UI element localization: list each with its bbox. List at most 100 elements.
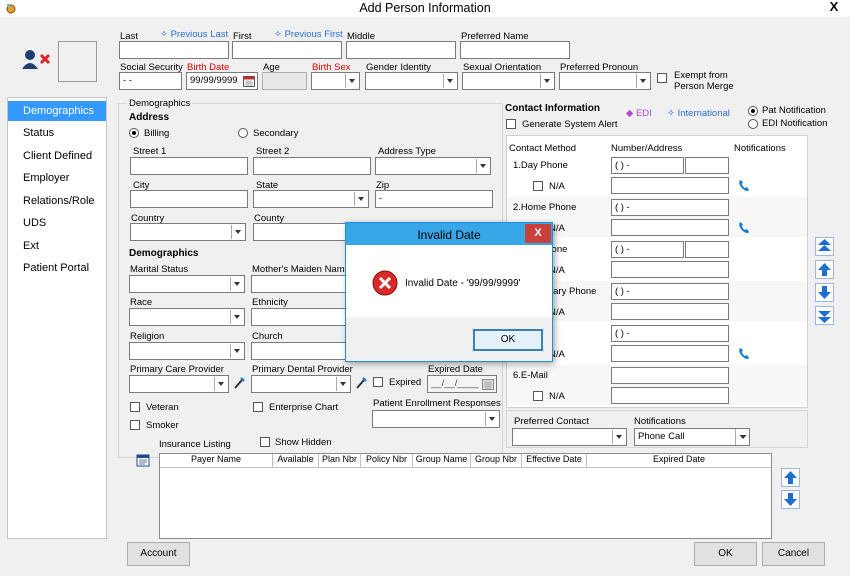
- col-plan-nbr[interactable]: Plan Nbr: [319, 454, 361, 468]
- contact-notes-input[interactable]: [611, 261, 729, 278]
- city-input[interactable]: [130, 190, 248, 208]
- nav-client-defined[interactable]: Client Defined: [8, 146, 106, 166]
- enterprise-chart-checkbox[interactable]: [253, 402, 263, 412]
- contact-number-input[interactable]: ( ) -: [611, 199, 729, 216]
- smoker-checkbox[interactable]: [130, 420, 140, 430]
- edi-link[interactable]: ◆ EDI: [626, 108, 652, 119]
- county-input[interactable]: [253, 223, 348, 241]
- contact-number-input[interactable]: ( ) -: [611, 241, 684, 258]
- street2-input[interactable]: [253, 157, 371, 175]
- scroll-bottom-icon[interactable]: [815, 306, 834, 325]
- nav-employer[interactable]: Employer: [8, 168, 106, 188]
- insurance-up-arrow-icon[interactable]: [781, 468, 800, 487]
- pcp-search-icon[interactable]: [232, 376, 246, 390]
- nav-uds[interactable]: UDS: [8, 213, 106, 233]
- nav-patient-portal[interactable]: Patient Portal: [8, 258, 106, 278]
- last-name-input[interactable]: [119, 41, 229, 59]
- billing-radio[interactable]: [129, 128, 139, 138]
- contact-number-input[interactable]: ( ) -: [611, 157, 684, 174]
- international-link[interactable]: ✧ International: [667, 108, 730, 119]
- window-title: Add Person Information: [359, 1, 491, 15]
- preferred-contact-select[interactable]: [512, 428, 627, 446]
- scroll-up-icon[interactable]: [815, 260, 834, 279]
- insurance-edit-icon[interactable]: [136, 453, 150, 467]
- contact-na-checkbox[interactable]: [533, 181, 543, 191]
- previous-first-link[interactable]: ✧ Previous First: [274, 29, 343, 40]
- religion-select[interactable]: [129, 342, 245, 360]
- contact-ext-input[interactable]: [685, 157, 729, 174]
- contact-notes-input[interactable]: [611, 387, 729, 404]
- secondary-radio[interactable]: [238, 128, 248, 138]
- phone-icon[interactable]: [738, 179, 750, 192]
- col-payer-name[interactable]: Payer Name: [160, 454, 273, 468]
- pcp-select[interactable]: [129, 375, 229, 393]
- col-effective-date[interactable]: Effective Date: [522, 454, 587, 468]
- address-type-select[interactable]: [375, 157, 491, 175]
- cancel-button[interactable]: Cancel: [762, 542, 825, 566]
- insurance-down-arrow-icon[interactable]: [781, 490, 800, 509]
- contact-na-checkbox[interactable]: [533, 391, 543, 401]
- photo-box[interactable]: [58, 41, 97, 82]
- gender-identity-select[interactable]: [365, 72, 458, 90]
- marital-status-select[interactable]: [129, 275, 245, 293]
- col-policy-nbr[interactable]: Policy Nbr: [361, 454, 413, 468]
- pdp-search-icon[interactable]: [354, 376, 368, 390]
- race-select[interactable]: [129, 308, 245, 326]
- contact-number-input[interactable]: [611, 367, 729, 384]
- first-name-input[interactable]: [232, 41, 342, 59]
- generate-alert-checkbox[interactable]: [506, 119, 516, 129]
- contact-ext-input[interactable]: [685, 241, 729, 258]
- dialog-close-button[interactable]: X: [525, 224, 551, 243]
- preferred-pronoun-select[interactable]: [559, 72, 651, 90]
- edi-notification-radio[interactable]: [748, 119, 758, 129]
- expired-checkbox[interactable]: [373, 377, 383, 387]
- col-group-name[interactable]: Group Name: [413, 454, 471, 468]
- sexual-orientation-select[interactable]: [462, 72, 555, 90]
- phone-icon[interactable]: [738, 221, 750, 234]
- church-input[interactable]: [251, 342, 347, 360]
- scroll-top-icon[interactable]: [815, 237, 834, 256]
- ssn-input[interactable]: - -: [119, 72, 182, 90]
- maiden-name-input[interactable]: [251, 275, 347, 293]
- preferred-name-input[interactable]: [460, 41, 570, 59]
- col-available[interactable]: Available: [273, 454, 319, 468]
- veteran-checkbox[interactable]: [130, 402, 140, 412]
- street1-input[interactable]: [130, 157, 248, 175]
- account-button[interactable]: Account: [127, 542, 190, 566]
- phone-icon[interactable]: [738, 347, 750, 360]
- zip-input[interactable]: -: [375, 190, 493, 208]
- dialog-ok-button[interactable]: OK: [473, 329, 543, 351]
- contact-number-input[interactable]: ( ) -: [611, 325, 729, 342]
- exempt-merge-checkbox[interactable]: [657, 73, 667, 83]
- pcp-label: Primary Care Provider: [130, 364, 224, 375]
- notifications-select-arrow-icon[interactable]: [735, 429, 749, 445]
- window-close-button[interactable]: X: [826, 0, 842, 14]
- show-hidden-checkbox[interactable]: [260, 437, 270, 447]
- contact-notes-input[interactable]: [611, 219, 729, 236]
- middle-name-input[interactable]: [346, 41, 456, 59]
- country-select[interactable]: [130, 223, 246, 241]
- pdp-select[interactable]: [251, 375, 351, 393]
- nav-ext[interactable]: Ext: [8, 236, 106, 256]
- enrollment-select[interactable]: [372, 410, 500, 428]
- contact-notes-input[interactable]: [611, 177, 729, 194]
- nav-demographics[interactable]: Demographics: [8, 101, 106, 121]
- ok-button[interactable]: OK: [694, 542, 757, 566]
- state-select[interactable]: [253, 190, 369, 208]
- contact-notes-input[interactable]: [611, 303, 729, 320]
- expired-calendar-icon[interactable]: [482, 378, 494, 390]
- contact-number-input[interactable]: ( ) -: [611, 283, 729, 300]
- notifications-select[interactable]: Phone Call: [634, 428, 750, 446]
- col-expired-date[interactable]: Expired Date: [587, 454, 771, 468]
- ethnicity-input[interactable]: [251, 308, 347, 326]
- previous-last-link[interactable]: ✧ Previous Last: [160, 29, 228, 40]
- nav-relations-role[interactable]: Relations/Role: [8, 191, 106, 211]
- calendar-icon[interactable]: [243, 75, 255, 87]
- birth-sex-select[interactable]: [311, 72, 360, 90]
- pat-notification-radio[interactable]: [748, 106, 758, 116]
- contact-notes-input[interactable]: [611, 345, 729, 362]
- scroll-down-icon[interactable]: [815, 283, 834, 302]
- nav-status[interactable]: Status: [8, 123, 106, 143]
- insurance-table[interactable]: Payer Name Available Plan Nbr Policy Nbr…: [159, 453, 772, 539]
- col-group-nbr[interactable]: Group Nbr: [471, 454, 522, 468]
